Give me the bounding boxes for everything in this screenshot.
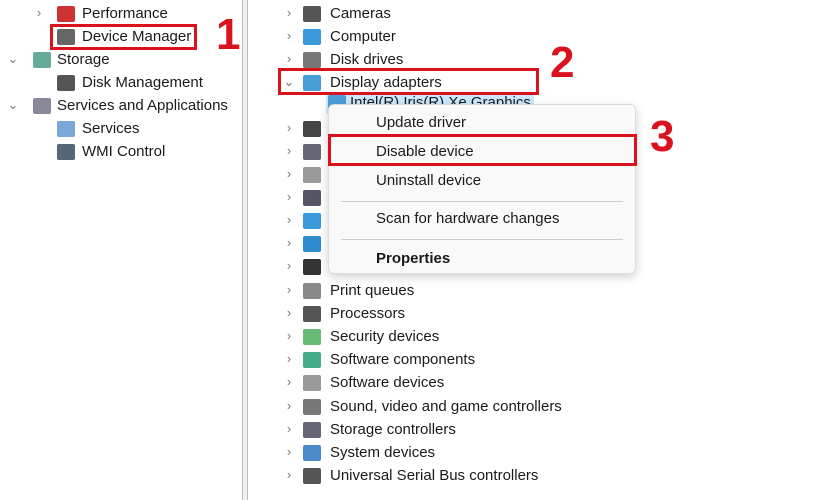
computer-icon [303, 29, 321, 45]
chevron-right-icon[interactable]: › [282, 120, 296, 135]
device-category[interactable]: › Print queues [280, 280, 800, 302]
device-category-label: Storage controllers [330, 421, 456, 438]
software-component-icon [303, 352, 321, 368]
chevron-right-icon[interactable]: › [282, 5, 296, 20]
speaker-icon [303, 399, 321, 415]
chevron-right-icon[interactable]: › [282, 212, 296, 227]
chevron-right-icon[interactable]: › [282, 235, 296, 250]
menu-scan-hardware[interactable]: Scan for hardware changes [376, 210, 559, 227]
device-category[interactable]: › Computer [280, 26, 800, 48]
chevron-right-icon[interactable]: › [282, 374, 296, 389]
tree-item-label: Services [82, 120, 140, 137]
tree-item-disk-management[interactable]: Disk Management [0, 72, 240, 94]
chevron-down-icon[interactable]: ⌄ [6, 51, 20, 67]
processor-icon [303, 306, 321, 322]
keyboard-icon [303, 167, 321, 183]
monitor-icon [303, 213, 321, 229]
wmi-icon [57, 144, 75, 160]
tree-item-label: WMI Control [82, 143, 166, 160]
device-category-label: Software components [330, 351, 476, 368]
step-2-label: 2 [550, 38, 575, 87]
chevron-right-icon[interactable]: › [282, 351, 296, 366]
disk-management-icon [57, 75, 75, 91]
highlight-disable-device [328, 134, 637, 166]
system-device-icon [303, 445, 321, 461]
device-category[interactable]: › Processors [280, 303, 800, 325]
device-category-label: System devices [330, 444, 436, 461]
device-category-label: Processors [330, 305, 406, 322]
highlight-display-adapters [278, 68, 539, 95]
services-apps-icon [33, 98, 51, 114]
tree-item-label: Services and Applications [57, 97, 228, 114]
chevron-right-icon[interactable]: › [282, 143, 296, 158]
chevron-right-icon[interactable]: › [282, 305, 296, 320]
device-category-label: Universal Serial Bus controllers [330, 467, 539, 484]
menu-properties[interactable]: Properties [376, 250, 450, 267]
usb-icon [303, 468, 321, 484]
device-category[interactable]: › Software components [280, 349, 800, 371]
chevron-right-icon[interactable]: › [282, 328, 296, 343]
context-menu: Update driver Disable device Uninstall d… [328, 104, 636, 274]
menu-update-driver[interactable]: Update driver [376, 114, 466, 131]
chevron-down-icon[interactable]: ⌄ [6, 97, 20, 113]
step-1-label: 1 [216, 10, 241, 59]
pane-splitter[interactable] [242, 0, 248, 500]
software-device-icon [303, 375, 321, 391]
storage-controller-icon [303, 422, 321, 438]
step-3-label: 3 [650, 112, 675, 161]
chevron-right-icon[interactable]: › [282, 166, 296, 181]
chevron-right-icon[interactable]: › [282, 398, 296, 413]
firmware-icon [303, 121, 321, 137]
device-category-label: Sound, video and game controllers [330, 398, 562, 415]
network-icon [303, 236, 321, 252]
tree-item-services[interactable]: Services [0, 118, 240, 140]
chevron-right-icon[interactable]: › [282, 444, 296, 459]
device-category-label: Computer [330, 28, 396, 45]
device-category-label: Print queues [330, 282, 415, 299]
tree-item-label: Storage [57, 51, 110, 68]
device-category[interactable]: › Security devices [280, 326, 800, 348]
device-category[interactable]: › Universal Serial Bus controllers [280, 465, 800, 487]
performance-icon [57, 6, 75, 22]
device-category[interactable]: › Cameras [280, 3, 800, 25]
device-category-label: Software devices [330, 374, 445, 391]
menu-separator [341, 239, 623, 240]
chevron-right-icon[interactable]: › [282, 28, 296, 43]
device-category[interactable]: › Storage controllers [280, 419, 800, 441]
device-category[interactable]: › Sound, video and game controllers [280, 396, 800, 418]
security-icon [303, 329, 321, 345]
unknown-device-icon [303, 259, 321, 275]
menu-separator [341, 201, 623, 202]
chevron-right-icon[interactable]: › [32, 5, 46, 20]
chevron-right-icon[interactable]: › [282, 189, 296, 204]
tree-item-label: Disk Management [82, 74, 203, 91]
gear-icon [57, 121, 75, 137]
printer-icon [303, 283, 321, 299]
mouse-icon [303, 190, 321, 206]
camera-icon [303, 6, 321, 22]
storage-icon [33, 52, 51, 68]
highlight-device-manager [50, 24, 197, 50]
chevron-right-icon[interactable]: › [282, 421, 296, 436]
device-category[interactable]: › Software devices [280, 372, 800, 394]
chevron-right-icon[interactable]: › [282, 282, 296, 297]
device-category-label: Cameras [330, 5, 391, 22]
menu-uninstall-device[interactable]: Uninstall device [376, 172, 481, 189]
hid-icon [303, 144, 321, 160]
disk-drive-icon [303, 52, 321, 68]
device-category-label: Disk drives [330, 51, 404, 68]
tree-item-services-and-applications[interactable]: ⌄ Services and Applications [0, 95, 240, 117]
chevron-right-icon[interactable]: › [282, 258, 296, 273]
tree-item-storage[interactable]: ⌄ Storage [0, 49, 240, 71]
device-category[interactable]: › System devices [280, 442, 800, 464]
tree-item-label: Performance [82, 5, 168, 22]
device-category-label: Security devices [330, 328, 440, 345]
chevron-right-icon[interactable]: › [282, 467, 296, 482]
tree-item-wmi-control[interactable]: WMI Control [0, 141, 240, 163]
chevron-right-icon[interactable]: › [282, 51, 296, 66]
tree-item-performance[interactable]: › Performance [0, 3, 240, 25]
